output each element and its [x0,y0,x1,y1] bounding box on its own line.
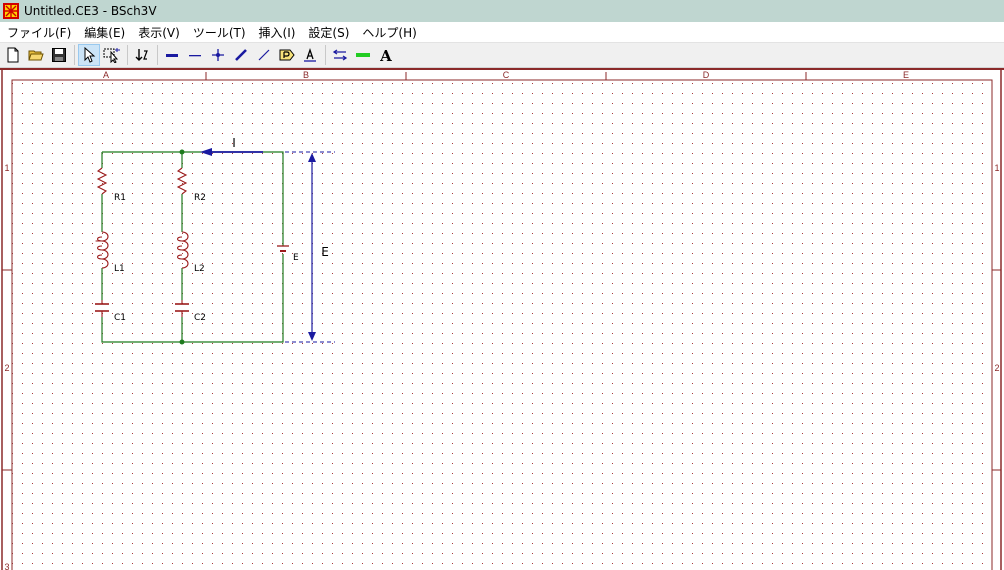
menu-view[interactable]: 表示(V) [131,24,186,41]
label-icon [304,47,316,62]
toolbar-separator [74,45,75,65]
bus-button[interactable] [161,44,183,66]
toolbar-separator [157,45,158,65]
swap-button[interactable] [131,44,153,66]
select-arrow-icon [84,47,96,63]
row-label: 1 [4,163,9,173]
row-label: 2 [4,363,9,373]
select-button[interactable] [78,44,100,66]
column-label: D [703,70,710,80]
wire-icon [189,55,201,57]
wire-button[interactable] [184,44,206,66]
svg-text:A: A [379,47,392,63]
window-title: Untitled.CE3 - BSch3V [24,4,157,18]
drag-select-icon [103,48,120,63]
save-icon [52,48,66,62]
diagonal-wire-icon [258,49,270,61]
c2-label: C2 [194,313,206,323]
junction-dot [179,339,185,345]
schematic-canvas[interactable]: A B C D E 1 2 3 1 2 R1 R2 L1 L2 C1 C2 E … [0,68,1004,570]
open-button[interactable] [25,44,47,66]
column-label: A [103,70,109,80]
c1-label: C1 [114,313,126,323]
menu-bar: ファイル(F) 編集(E) 表示(V) ツール(T) 挿入(I) 設定(S) ヘ… [0,22,1004,42]
diagonal-bus-button[interactable] [230,44,252,66]
r2-label: R2 [194,193,206,203]
schematic-sheet[interactable]: A B C D E 1 2 3 1 2 R1 R2 L1 L2 C1 C2 E … [0,70,1004,570]
label-button[interactable] [299,44,321,66]
junction-button[interactable] [207,44,229,66]
junction-dot [179,149,185,155]
r1-label: R1 [114,193,126,203]
column-label: B [303,70,309,80]
current-label: I [232,136,236,150]
toolbar-separator [127,45,128,65]
toolbar: A [0,42,1004,68]
battery-label: E [293,253,299,263]
row-label: 2 [994,363,999,373]
title-bar: Untitled.CE3 - BSch3V [0,0,1004,22]
menu-settings[interactable]: 設定(S) [301,24,355,41]
row-label: 3 [4,562,9,570]
menu-file[interactable]: ファイル(F) [0,24,77,41]
toolbar-separator [325,45,326,65]
junction-icon [212,49,224,61]
line-button[interactable] [352,44,374,66]
swap-icon [135,49,148,61]
l2-label: L2 [194,264,205,274]
bsch-app-icon [3,3,19,19]
new-file-icon [7,47,19,63]
line-icon [356,53,370,57]
row-label: 1 [994,163,999,173]
tag-icon [279,49,295,61]
column-label: C [503,70,510,80]
l1-label: L1 [114,264,125,274]
diagonal-bus-icon [235,49,247,61]
menu-tools[interactable]: ツール(T) [186,24,252,41]
menu-edit[interactable]: 編集(E) [77,24,131,41]
diagonal-wire-button[interactable] [253,44,275,66]
drag-select-button[interactable] [101,44,123,66]
entry-button[interactable] [329,44,351,66]
menu-insert[interactable]: 挿入(I) [252,24,302,41]
bus-icon [166,54,178,57]
text-icon: A [379,47,392,63]
open-folder-icon [28,50,44,61]
entry-icon [332,49,348,61]
voltage-label: E [321,245,329,259]
sheet-drawing-area [11,79,993,570]
text-button[interactable]: A [375,44,397,66]
new-file-button[interactable] [2,44,24,66]
column-label: E [903,70,909,80]
menu-help[interactable]: ヘルプ(H) [355,24,422,41]
tag-button[interactable] [276,44,298,66]
save-button[interactable] [48,44,70,66]
